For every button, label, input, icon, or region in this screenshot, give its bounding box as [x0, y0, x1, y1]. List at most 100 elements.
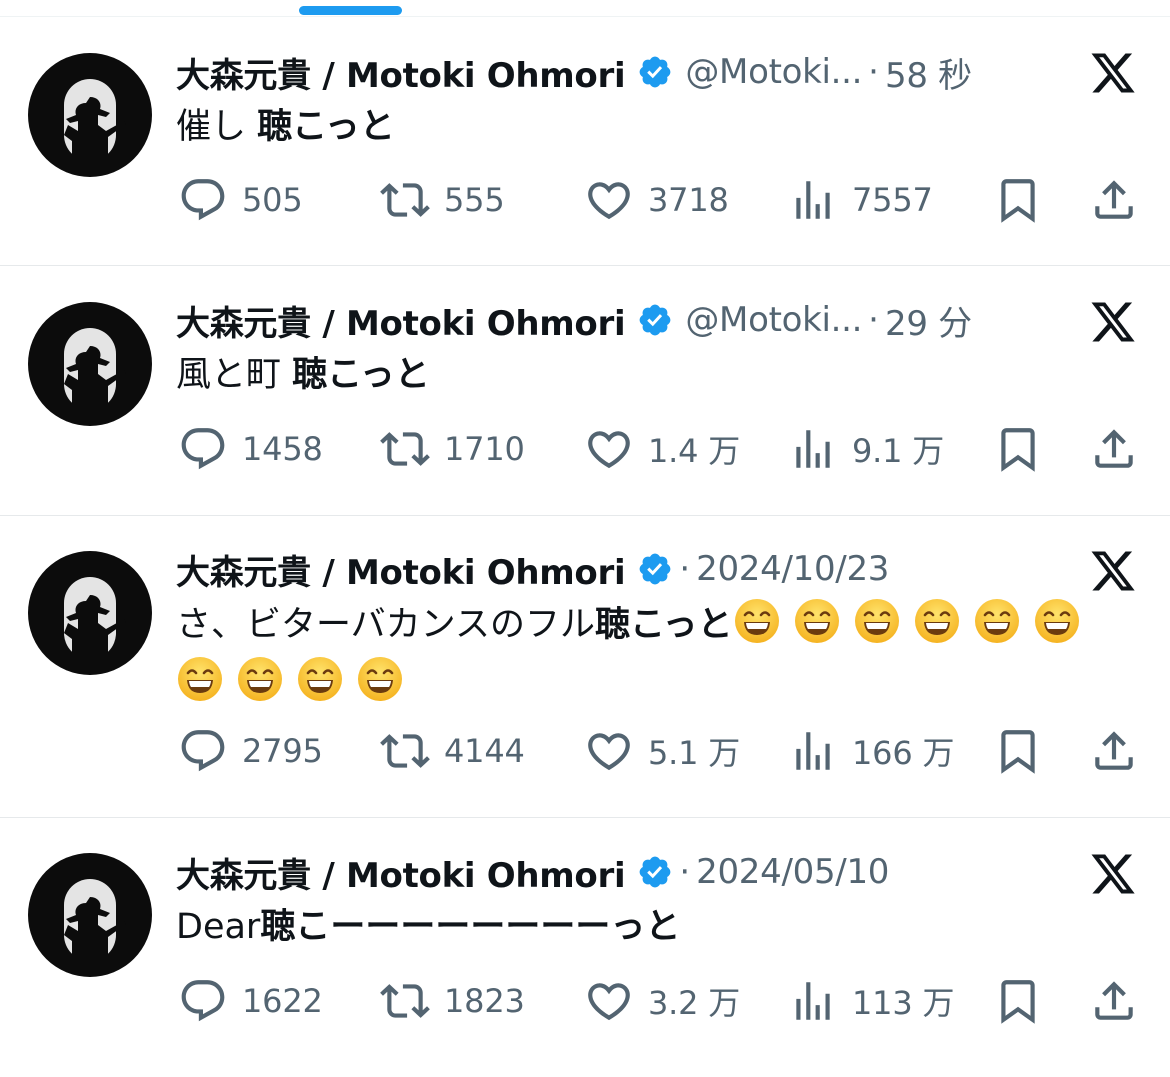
- separator-dot: ·: [679, 549, 691, 589]
- reply-icon: [181, 730, 225, 772]
- retweet-count: 555: [444, 181, 505, 219]
- like-button[interactable]: 1.4 万: [584, 419, 740, 479]
- reply-button[interactable]: 505: [178, 170, 303, 230]
- bookmark-button[interactable]: [993, 971, 1043, 1031]
- tweet-text-bold: 聴こっと: [594, 605, 733, 645]
- heart-icon: [588, 983, 630, 1021]
- x-logo-icon[interactable]: [1087, 298, 1139, 346]
- separator-dot: ·: [868, 300, 879, 340]
- retweet-icon: [380, 183, 430, 217]
- retweet-button[interactable]: 1823: [380, 971, 525, 1031]
- heart-icon: [588, 431, 630, 469]
- tweet-text: 催し 聴こっと: [176, 98, 1136, 156]
- display-name[interactable]: 大森元貴 / Motoki Ohmori: [176, 296, 626, 345]
- grinning-face-with-smiling-eyes-icon: [914, 599, 959, 643]
- view-count: 7557: [852, 181, 933, 219]
- views-button[interactable]: 7557: [788, 170, 933, 230]
- like-count: 3.2 万: [648, 984, 741, 1022]
- tweet-text: 風と町 聴こっと: [176, 346, 1136, 404]
- grinning-face-with-smiling-eyes-icon: [854, 599, 899, 643]
- reply-icon: [181, 980, 225, 1022]
- display-name[interactable]: 大森元貴 / Motoki Ohmori: [176, 48, 626, 97]
- retweet-button[interactable]: 1710: [380, 419, 525, 479]
- timestamp[interactable]: 2024/05/10: [696, 852, 889, 892]
- like-count: 1.4 万: [648, 432, 741, 470]
- tweet-text-bold: 聴こっと: [257, 107, 395, 147]
- reply-icon: [181, 179, 225, 221]
- views-button[interactable]: 9.1 万: [788, 419, 944, 479]
- retweet-button[interactable]: 4144: [380, 721, 525, 781]
- separator-dot: ·: [868, 52, 879, 92]
- reply-icon: [181, 428, 225, 470]
- grinning-face-with-smiling-eyes-icon: [178, 657, 222, 701]
- share-button[interactable]: [1089, 170, 1139, 230]
- reply-button[interactable]: 2795: [178, 721, 323, 781]
- tweet[interactable]: 大森元貴 / Motoki Ohmori @Motoki... · 58 秒 催…: [0, 17, 1170, 266]
- bookmark-button[interactable]: [993, 419, 1043, 479]
- tweet-text-bold: 聴こっと: [292, 355, 430, 395]
- avatar[interactable]: [28, 53, 152, 177]
- tweet-text-plain: 催し: [176, 107, 258, 147]
- action-bar: 505 555 3718 7557: [0, 170, 1170, 230]
- retweet-icon: [380, 734, 430, 768]
- like-count: 5.1 万: [648, 734, 741, 772]
- bookmark-button[interactable]: [993, 721, 1043, 781]
- like-button[interactable]: 3718: [584, 170, 729, 230]
- tweet[interactable]: 大森元貴 / Motoki Ohmori · 2024/10/23 さ、ビターバ…: [0, 516, 1170, 818]
- heart-icon: [588, 182, 630, 220]
- grinning-face-with-smiling-eyes-icon: [974, 599, 1019, 643]
- verified-badge-icon: [639, 856, 671, 888]
- bookmark-icon: [1001, 980, 1035, 1024]
- share-button[interactable]: [1089, 419, 1139, 479]
- like-button[interactable]: 3.2 万: [584, 971, 740, 1031]
- handle[interactable]: @Motoki...: [685, 52, 862, 92]
- handle[interactable]: @Motoki...: [685, 300, 862, 340]
- share-button[interactable]: [1089, 971, 1139, 1031]
- avatar[interactable]: [28, 302, 152, 426]
- x-logo-icon[interactable]: [1087, 49, 1139, 97]
- tweet[interactable]: 大森元貴 / Motoki Ohmori · 2024/05/10 Dear聴こ…: [0, 818, 1170, 1077]
- bookmark-icon: [1001, 179, 1035, 223]
- grinning-face-with-smiling-eyes-icon: [238, 657, 282, 701]
- grinning-face-with-smiling-eyes-icon: [1034, 599, 1079, 643]
- display-name[interactable]: 大森元貴 / Motoki Ohmori: [176, 848, 626, 897]
- timestamp[interactable]: 2024/10/23: [696, 549, 889, 589]
- tweet-text-bold: 聴こーーーーーーーーっと: [260, 907, 681, 947]
- views-chart-icon: [796, 430, 830, 468]
- display-name[interactable]: 大森元貴 / Motoki Ohmori: [176, 545, 626, 594]
- timestamp[interactable]: 58 秒: [885, 48, 972, 97]
- tweet-text: Dear聴こーーーーーーーーっと: [176, 898, 1136, 956]
- action-bar: 2795 4144 5.1 万 166 万: [0, 721, 1170, 781]
- tweet-text-plain: さ、ビターバカンスのフル: [176, 605, 595, 645]
- avatar[interactable]: [28, 853, 152, 977]
- bookmark-button[interactable]: [993, 170, 1043, 230]
- verified-badge-icon: [639, 56, 671, 88]
- share-button[interactable]: [1089, 721, 1139, 781]
- verified-badge-icon: [639, 304, 671, 336]
- retweet-button[interactable]: 555: [380, 170, 505, 230]
- reply-button[interactable]: 1622: [178, 971, 323, 1031]
- views-chart-icon: [796, 732, 830, 770]
- view-count: 113 万: [852, 984, 955, 1022]
- x-logo-icon[interactable]: [1087, 850, 1139, 898]
- tweet-text-plain: Dear: [176, 907, 261, 947]
- grinning-face-with-smiling-eyes-icon: [794, 599, 839, 643]
- action-bar: 1622 1823 3.2 万 113 万: [0, 971, 1170, 1031]
- timestamp[interactable]: 29 分: [885, 296, 972, 345]
- active-tab-indicator: [299, 6, 402, 15]
- retweet-count: 1823: [444, 982, 525, 1020]
- retweet-icon: [380, 984, 430, 1018]
- avatar[interactable]: [28, 551, 152, 675]
- views-button[interactable]: 166 万: [788, 721, 954, 781]
- like-count: 3718: [648, 181, 729, 219]
- like-button[interactable]: 5.1 万: [584, 721, 740, 781]
- reply-count: 1458: [242, 430, 323, 468]
- view-count: 166 万: [852, 734, 955, 772]
- grinning-face-with-smiling-eyes-icon: [298, 657, 342, 701]
- bookmark-icon: [1001, 428, 1035, 472]
- tweet[interactable]: 大森元貴 / Motoki Ohmori @Motoki... · 29 分 風…: [0, 266, 1170, 516]
- x-logo-icon[interactable]: [1087, 547, 1139, 595]
- views-chart-icon: [796, 982, 830, 1020]
- views-button[interactable]: 113 万: [788, 971, 954, 1031]
- reply-button[interactable]: 1458: [178, 419, 323, 479]
